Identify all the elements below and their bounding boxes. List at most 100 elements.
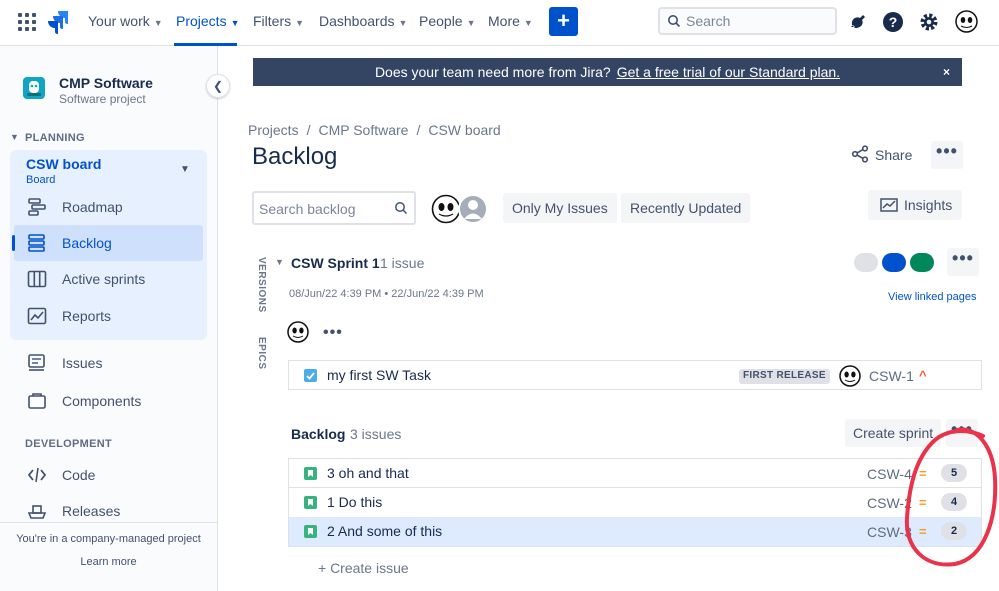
insights-button[interactable]: Insights <box>868 190 962 220</box>
notifications-icon[interactable] <box>847 11 869 33</box>
learn-more-link[interactable]: Learn more <box>0 556 217 568</box>
story-points-badge[interactable]: 2 <box>941 522 967 540</box>
backlog-issue-count: 3 issues <box>350 426 402 442</box>
sidebar-item-reports[interactable]: Reports <box>14 298 203 334</box>
nav-filters[interactable]: Filters ▼ <box>253 13 304 29</box>
breadcrumb-separator: / <box>416 122 421 138</box>
user-avatar-icon[interactable] <box>955 10 978 33</box>
story-icon <box>304 467 317 480</box>
done-estimate-badge <box>910 253 934 272</box>
chevron-down-icon: ▼ <box>153 18 163 28</box>
sidebar-item-active-sprints[interactable]: Active sprints <box>14 261 203 297</box>
story-points-badge[interactable]: 5 <box>941 464 967 482</box>
share-label: Share <box>875 147 913 163</box>
board-selector-name[interactable]: CSW board <box>26 156 101 172</box>
sidebar-item-code[interactable]: Code <box>14 457 203 493</box>
global-search[interactable] <box>658 7 837 35</box>
sidebar-item-label: Code <box>62 467 96 483</box>
unassigned-avatar-filter[interactable] <box>458 194 488 224</box>
jira-logo-icon[interactable] <box>46 9 70 35</box>
backlog-title: Backlog <box>291 426 346 442</box>
sprint-issue-row[interactable]: my first SW Task FIRST RELEASE CSW-1 ^ <box>288 360 982 390</box>
backlog-issue-row-selected[interactable]: 2 And some of this CSW-3 = 2 <box>288 517 982 547</box>
project-type-note: You're in a company-managed project <box>16 533 201 545</box>
in-progress-estimate-badge <box>882 253 906 272</box>
svg-text:?: ? <box>889 14 898 30</box>
help-icon[interactable]: ? <box>882 11 904 33</box>
issue-key[interactable]: CSW-4 <box>867 466 912 482</box>
view-linked-pages-link[interactable]: View linked pages <box>888 291 976 303</box>
sidebar-item-label: Active sprints <box>62 271 146 287</box>
sidebar: CMP Software Software project ❮ ▼ PLANNI… <box>0 46 230 591</box>
task-icon <box>304 369 317 382</box>
sidebar-item-label: Issues <box>62 355 103 371</box>
planning-section-header[interactable]: PLANNING <box>25 132 85 144</box>
backlog-icon <box>28 234 45 252</box>
versions-panel-tab[interactable]: VERSIONS <box>256 257 267 313</box>
free-trial-link[interactable]: Get a free trial of our Standard plan. <box>617 64 840 80</box>
nav-projects[interactable]: Projects ▼ <box>176 13 240 29</box>
sprint-assignee-avatar[interactable] <box>287 321 309 343</box>
sidebar-item-roadmap[interactable]: Roadmap <box>14 189 203 225</box>
story-points-badge[interactable]: 4 <box>941 493 967 511</box>
backlog-more-actions-button[interactable]: ••• <box>946 419 978 447</box>
sidebar-item-components[interactable]: Components <box>14 383 203 419</box>
chevron-left-icon: ❮ <box>212 79 224 93</box>
chevron-down-icon: ▼ <box>398 18 408 28</box>
project-name[interactable]: CMP Software <box>59 75 153 91</box>
chevron-down-icon[interactable]: ▼ <box>275 257 284 267</box>
active-item-indicator <box>12 235 15 251</box>
chevron-down-icon[interactable]: ▼ <box>180 164 190 175</box>
sidebar-item-issues[interactable]: Issues <box>14 345 203 381</box>
chevron-down-icon[interactable]: ▼ <box>10 132 19 142</box>
reports-icon <box>27 307 47 325</box>
recently-updated-button[interactable]: Recently Updated <box>621 193 751 223</box>
create-button[interactable]: + <box>549 7 578 36</box>
sidebar-item-label: Roadmap <box>62 199 123 215</box>
priority-medium-icon: = <box>919 495 927 510</box>
backlog-search[interactable] <box>252 191 416 225</box>
global-search-input[interactable] <box>686 12 831 30</box>
sprint-more-actions-button[interactable]: ••• <box>947 248 979 276</box>
nav-your-work[interactable]: Your work ▼ <box>88 13 163 29</box>
collapse-sidebar-button[interactable]: ❮ <box>206 74 230 98</box>
breadcrumb-projects[interactable]: Projects <box>248 122 299 138</box>
sidebar-item-backlog[interactable]: Backlog <box>12 225 203 261</box>
story-icon <box>304 496 317 509</box>
issue-key[interactable]: CSW-2 <box>867 495 912 511</box>
nav-more[interactable]: More ▼ <box>488 13 533 29</box>
breadcrumb-separator: / <box>306 122 311 138</box>
app-switcher-icon[interactable] <box>18 13 36 31</box>
board-icon <box>27 270 47 288</box>
create-issue-button[interactable]: + Create issue <box>318 560 409 576</box>
releases-icon <box>27 505 47 519</box>
create-sprint-button[interactable]: Create sprint <box>845 419 942 447</box>
settings-gear-icon[interactable] <box>918 11 940 33</box>
code-icon <box>27 467 47 483</box>
backlog-issue-row[interactable]: 1 Do this CSW-2 = 4 <box>288 488 982 518</box>
sprint-name[interactable]: CSW Sprint 1 <box>291 255 380 271</box>
sidebar-item-label: Components <box>62 393 142 409</box>
assignee-avatar-filter[interactable] <box>431 194 461 224</box>
priority-medium-icon: = <box>919 524 927 539</box>
sidebar-item-label: Backlog <box>62 235 112 251</box>
breadcrumb-board[interactable]: CSW board <box>428 122 500 138</box>
roadmap-icon <box>28 198 46 216</box>
epics-panel-tab[interactable]: EPICS <box>256 337 267 370</box>
breadcrumb-project[interactable]: CMP Software <box>318 122 408 138</box>
banner-message: Does your team need more from Jira? Get a… <box>253 64 962 80</box>
page-more-actions-button[interactable]: ••• <box>931 141 963 169</box>
fix-version-lozenge[interactable]: FIRST RELEASE <box>739 369 830 384</box>
backlog-search-input[interactable] <box>259 200 387 218</box>
chevron-down-icon: ▼ <box>230 18 240 28</box>
close-icon[interactable]: × <box>943 65 950 79</box>
search-icon <box>395 202 408 215</box>
issue-key[interactable]: CSW-1 <box>869 368 914 384</box>
more-icon[interactable]: ••• <box>323 324 343 342</box>
insights-label: Insights <box>904 197 953 213</box>
nav-people[interactable]: People ▼ <box>419 13 476 29</box>
nav-dashboards[interactable]: Dashboards ▼ <box>319 13 407 29</box>
only-my-issues-button[interactable]: Only My Issues <box>503 193 617 223</box>
issue-key[interactable]: CSW-3 <box>867 524 912 540</box>
backlog-issue-row[interactable]: 3 oh and that CSW-4 = 5 <box>288 458 982 488</box>
